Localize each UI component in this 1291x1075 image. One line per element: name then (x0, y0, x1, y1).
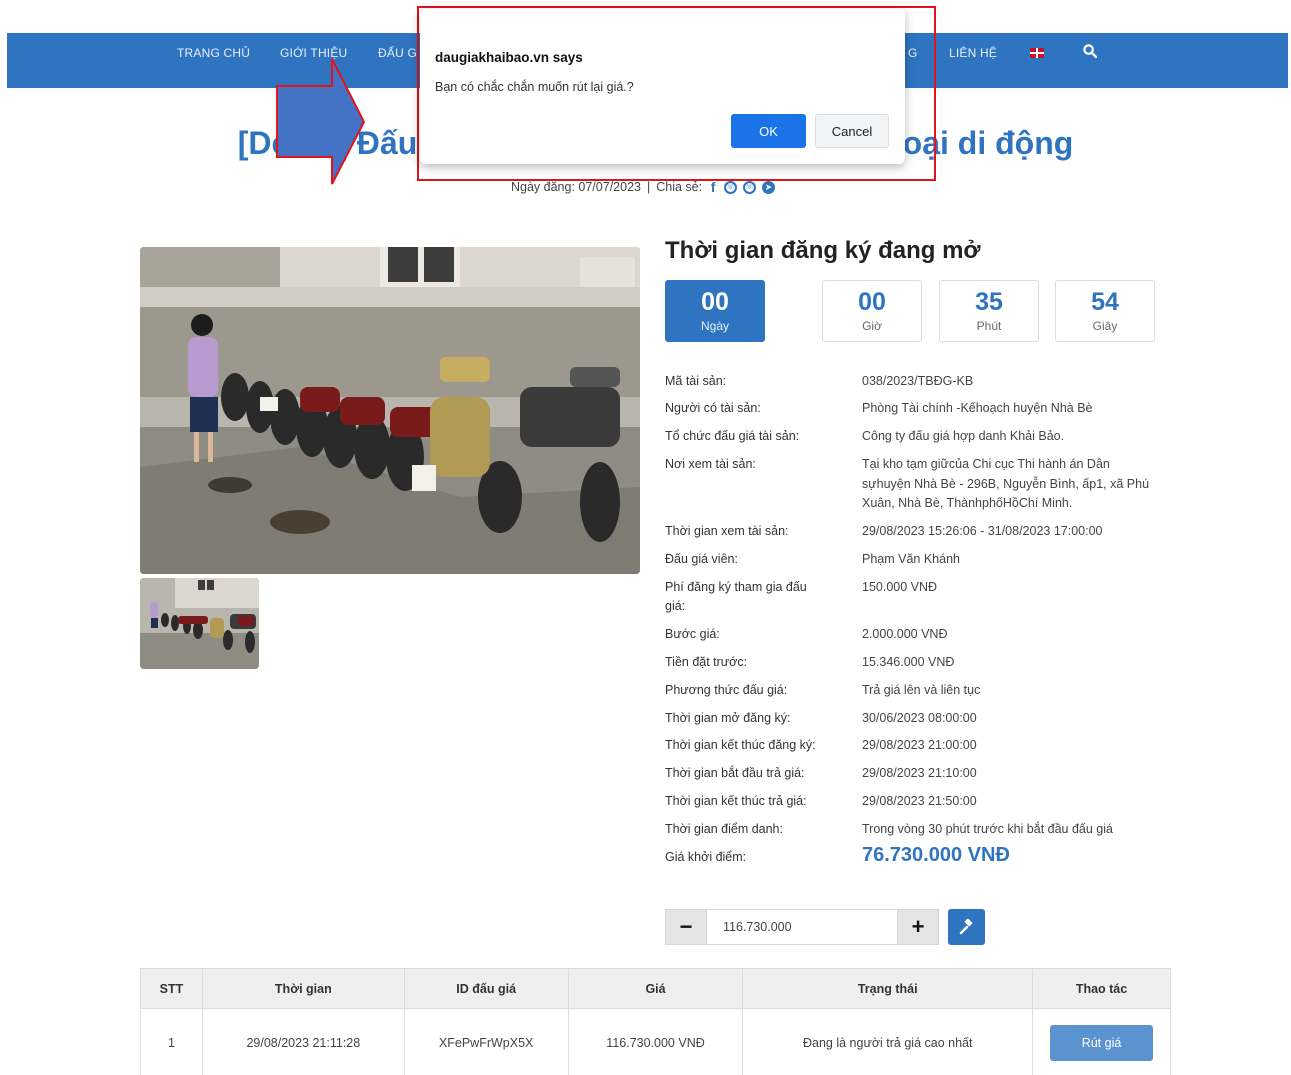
detail-value-method: Trả giá lên và liên tục (862, 683, 981, 697)
countdown-minutes-value: 35 (975, 288, 1003, 316)
col-stt: STT (140, 968, 203, 1009)
starting-price-value: 76.730.000 VNĐ (862, 844, 1010, 866)
cell-time: 29/08/2023 21:11:28 (201, 1008, 405, 1075)
detail-label-registration-close: Thời gian kết thúc đăng ký: (665, 738, 816, 752)
countdown-hours-value: 00 (858, 288, 886, 316)
post-date: Ngày đăng: 07/07/2023 (511, 180, 641, 194)
detail-value-bidding-end: 29/08/2023 21:50:00 (862, 794, 977, 808)
detail-label-registration-open: Thời gian mở đăng ký: (665, 711, 791, 725)
dialog-title: daugiakhaibao.vn says (435, 50, 583, 65)
share-label: Chia sẻ: (656, 180, 703, 194)
detail-label-viewing-place: Nơi xem tài sản: (665, 457, 756, 471)
uk-flag-icon[interactable] (1030, 48, 1044, 58)
facebook-icon[interactable]: f (708, 180, 718, 194)
detail-label-bidding-end: Thời gian kết thúc trả giá: (665, 794, 807, 808)
detail-value-bidding-start: 29/08/2023 21:10:00 (862, 766, 977, 780)
countdown-days-label: Ngày (700, 319, 729, 333)
detail-label-starting-price: Giá khởi điểm: (665, 850, 747, 864)
detail-value-auctioneer: Phạm Văn Khánh (862, 552, 960, 566)
viber-icon[interactable]: ☏ (724, 180, 738, 194)
countdown-seconds: 54 Giây (1055, 280, 1155, 342)
confirm-dialog: daugiakhaibao.vn says Bạn có chắc chắn m… (420, 9, 905, 164)
withdraw-bid-button[interactable]: Rút giá (1050, 1024, 1154, 1061)
increase-bid-button[interactable]: + (897, 909, 939, 945)
col-action: Thao tác (1032, 968, 1171, 1009)
detail-value-organizer: Công ty đấu giá hợp danh Khải Bảo. (862, 429, 1065, 443)
detail-label-bid-step: Bước giá: (665, 627, 720, 641)
nav-auction[interactable]: ĐẤU G (378, 46, 417, 60)
nav-contact[interactable]: LIÊN HỆ (949, 46, 997, 60)
thumbnail-image[interactable] (140, 578, 259, 669)
countdown-seconds-value: 54 (1091, 288, 1119, 316)
meta-row: Ngày đăng: 07/07/2023 | Chia sẻ: f ☏ ☏ ➤ (511, 180, 776, 194)
annotation-arrow-icon (276, 58, 366, 185)
col-status: Trạng thái (742, 968, 1034, 1009)
detail-value-asset-code: 038/2023/TBĐG-KB (862, 374, 974, 388)
cell-status: Đang là người trả giá cao nhất (742, 1008, 1034, 1075)
countdown-days: 00 Ngày (665, 280, 765, 342)
detail-value-viewing-place: Tại kho tạm giữcủa Chi cục Thi hành án D… (862, 457, 1150, 510)
table-header-row: STT Thời gian ID đấu giá Giá Trạng thái … (140, 968, 1171, 1009)
col-price: Giá (567, 968, 744, 1009)
search-icon[interactable] (1083, 44, 1097, 58)
detail-value-registration-open: 30/06/2023 08:00:00 (862, 711, 977, 725)
place-bid-button[interactable] (948, 909, 985, 945)
countdown-minutes-label: Phút (976, 319, 1002, 333)
detail-label-asset-code: Mã tài sản: (665, 374, 727, 388)
registration-status-title: Thời gian đăng ký đang mở (665, 237, 981, 264)
detail-value-owner: Phòng Tài chính -Kếhoạch huyện Nhà Bè (862, 401, 1093, 415)
main-asset-image[interactable] (140, 247, 640, 574)
detail-label-checkin-time: Thời gian điểm danh: (665, 822, 783, 836)
whatsapp-icon[interactable]: ☏ (743, 180, 757, 194)
detail-value-viewing-time: 29/08/2023 15:26:06 - 31/08/2023 17:00:0… (862, 524, 1103, 538)
bid-history-table: STT Thời gian ID đấu giá Giá Trạng thái … (140, 968, 1171, 1075)
detail-value-deposit: 15.346.000 VNĐ (862, 655, 955, 669)
detail-label-organizer: Tổ chức đấu giá tài sản: (665, 429, 800, 443)
bid-stepper: − + (665, 909, 939, 945)
countdown-hours: 00 Giờ (822, 280, 922, 342)
cell-stt: 1 (140, 1008, 203, 1075)
detail-label-deposit: Tiền đặt trước: (665, 655, 748, 669)
telegram-icon[interactable]: ➤ (762, 180, 776, 194)
cell-price: 116.730.000 VNĐ (567, 1008, 744, 1075)
detail-label-method: Phương thức đấu giá: (665, 683, 788, 697)
countdown-hours-label: Giờ (862, 319, 882, 333)
col-bid-id: ID đấu giá (403, 968, 569, 1009)
detail-label-owner: Người có tài sản: (665, 401, 761, 415)
cell-action: Rút giá (1032, 1008, 1171, 1075)
gavel-icon (959, 918, 972, 935)
ok-button[interactable]: OK (731, 114, 806, 148)
col-time: Thời gian (201, 968, 405, 1009)
cancel-button[interactable]: Cancel (815, 114, 889, 148)
detail-value-bid-step: 2.000.000 VNĐ (862, 627, 948, 641)
detail-value-checkin-time: Trong vòng 30 phút trước khi bắt đầu đấu… (862, 822, 1113, 836)
dialog-message: Bạn có chắc chắn muốn rút lại giá.? (435, 80, 634, 94)
detail-label-auctioneer: Đấu giá viên: (665, 552, 738, 566)
countdown-minutes: 35 Phút (939, 280, 1039, 342)
table-row: 1 29/08/2023 21:11:28 XFePwFrWpX5X 116.7… (140, 1008, 1171, 1075)
detail-label-registration-fee: Phí đăng ký tham gia đấu giá: (665, 580, 807, 613)
detail-label-bidding-start: Thời gian bắt đầu trả giá: (665, 766, 805, 780)
separator: | (646, 180, 651, 194)
countdown-seconds-label: Giây (1092, 319, 1118, 333)
decrease-bid-button[interactable]: − (665, 909, 707, 945)
detail-value-registration-close: 29/08/2023 21:00:00 (862, 738, 977, 752)
nav-home[interactable]: TRANG CHỦ (177, 46, 250, 60)
bid-amount-input[interactable] (707, 909, 897, 945)
countdown-days-value: 00 (701, 288, 729, 316)
cell-bid-id: XFePwFrWpX5X (403, 1008, 569, 1075)
detail-value-registration-fee: 150.000 VNĐ (862, 580, 938, 594)
detail-label-viewing-time: Thời gian xem tài sản: (665, 524, 789, 538)
